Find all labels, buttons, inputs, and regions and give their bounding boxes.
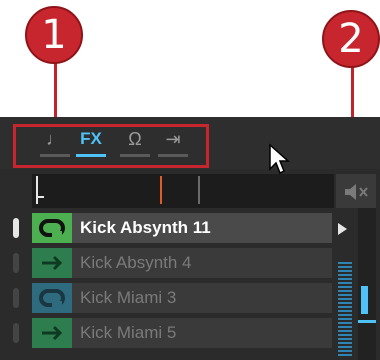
slot-indicator: [13, 253, 19, 273]
meter-segment: [338, 342, 352, 344]
meter-segment: [338, 274, 352, 276]
speaker-mute-icon: [345, 184, 368, 200]
callout-2-badge: 2: [322, 10, 380, 68]
meter-segment: [338, 282, 352, 284]
meter-segment: [338, 270, 352, 272]
slot-row[interactable]: Kick Miami 3: [32, 283, 332, 313]
meter-segment: [338, 314, 352, 316]
slot-timeline[interactable]: [32, 174, 334, 208]
loop-icon: [32, 283, 72, 313]
meter-segment: [338, 326, 352, 328]
play-indicator-icon: [338, 223, 347, 235]
slot-label: Kick Absynth 4: [80, 253, 192, 272]
callout-1-badge: 1: [25, 6, 83, 64]
volume-fader-base: [358, 320, 376, 323]
meter-segment: [338, 290, 352, 292]
mute-button[interactable]: [336, 174, 376, 208]
meter-segment: [338, 298, 352, 300]
loop-end-marker[interactable]: [198, 176, 200, 204]
meter-segment: [338, 310, 352, 312]
loop-icon: [32, 213, 72, 243]
loop-start-marker[interactable]: [36, 176, 38, 204]
slot-row[interactable]: Kick Absynth 11: [32, 213, 347, 243]
meter-segment: [338, 262, 352, 264]
slot-indicator-active: [13, 218, 19, 238]
tab-highlight-box: [13, 124, 209, 168]
one-shot-arrow-icon: [32, 248, 72, 278]
slot-row[interactable]: Kick Absynth 4: [32, 248, 332, 278]
meter-segment: [338, 354, 352, 356]
slot-indicator: [13, 323, 19, 343]
meter-segment: [338, 302, 352, 304]
meter-segment: [338, 346, 352, 348]
slot-indicator: [13, 288, 19, 308]
meter-segment: [338, 350, 352, 352]
slot-row[interactable]: Kick Miami 5: [32, 318, 332, 348]
meter-segment: [338, 294, 352, 296]
meter-segment: [338, 286, 352, 288]
loop-start-flag: [36, 196, 44, 198]
meter-segment: [338, 278, 352, 280]
mouse-cursor-icon: [269, 143, 290, 175]
meter-segment: [338, 322, 352, 324]
meter-segment: [338, 266, 352, 268]
meter-segment: [338, 334, 352, 336]
playhead[interactable]: [160, 176, 162, 204]
meter-segment: [338, 318, 352, 320]
slot-label: Kick Absynth 11: [80, 218, 211, 237]
meter-segment: [338, 330, 352, 332]
volume-fader-track[interactable]: [358, 208, 376, 360]
meter-segment: [338, 306, 352, 308]
meter-segment: [338, 338, 352, 340]
one-shot-arrow-icon: [32, 318, 72, 348]
slot-label: Kick Miami 3: [80, 288, 177, 307]
volume-fader-handle[interactable]: [361, 286, 368, 314]
slot-label: Kick Miami 5: [80, 323, 177, 342]
level-meter: [338, 262, 352, 360]
